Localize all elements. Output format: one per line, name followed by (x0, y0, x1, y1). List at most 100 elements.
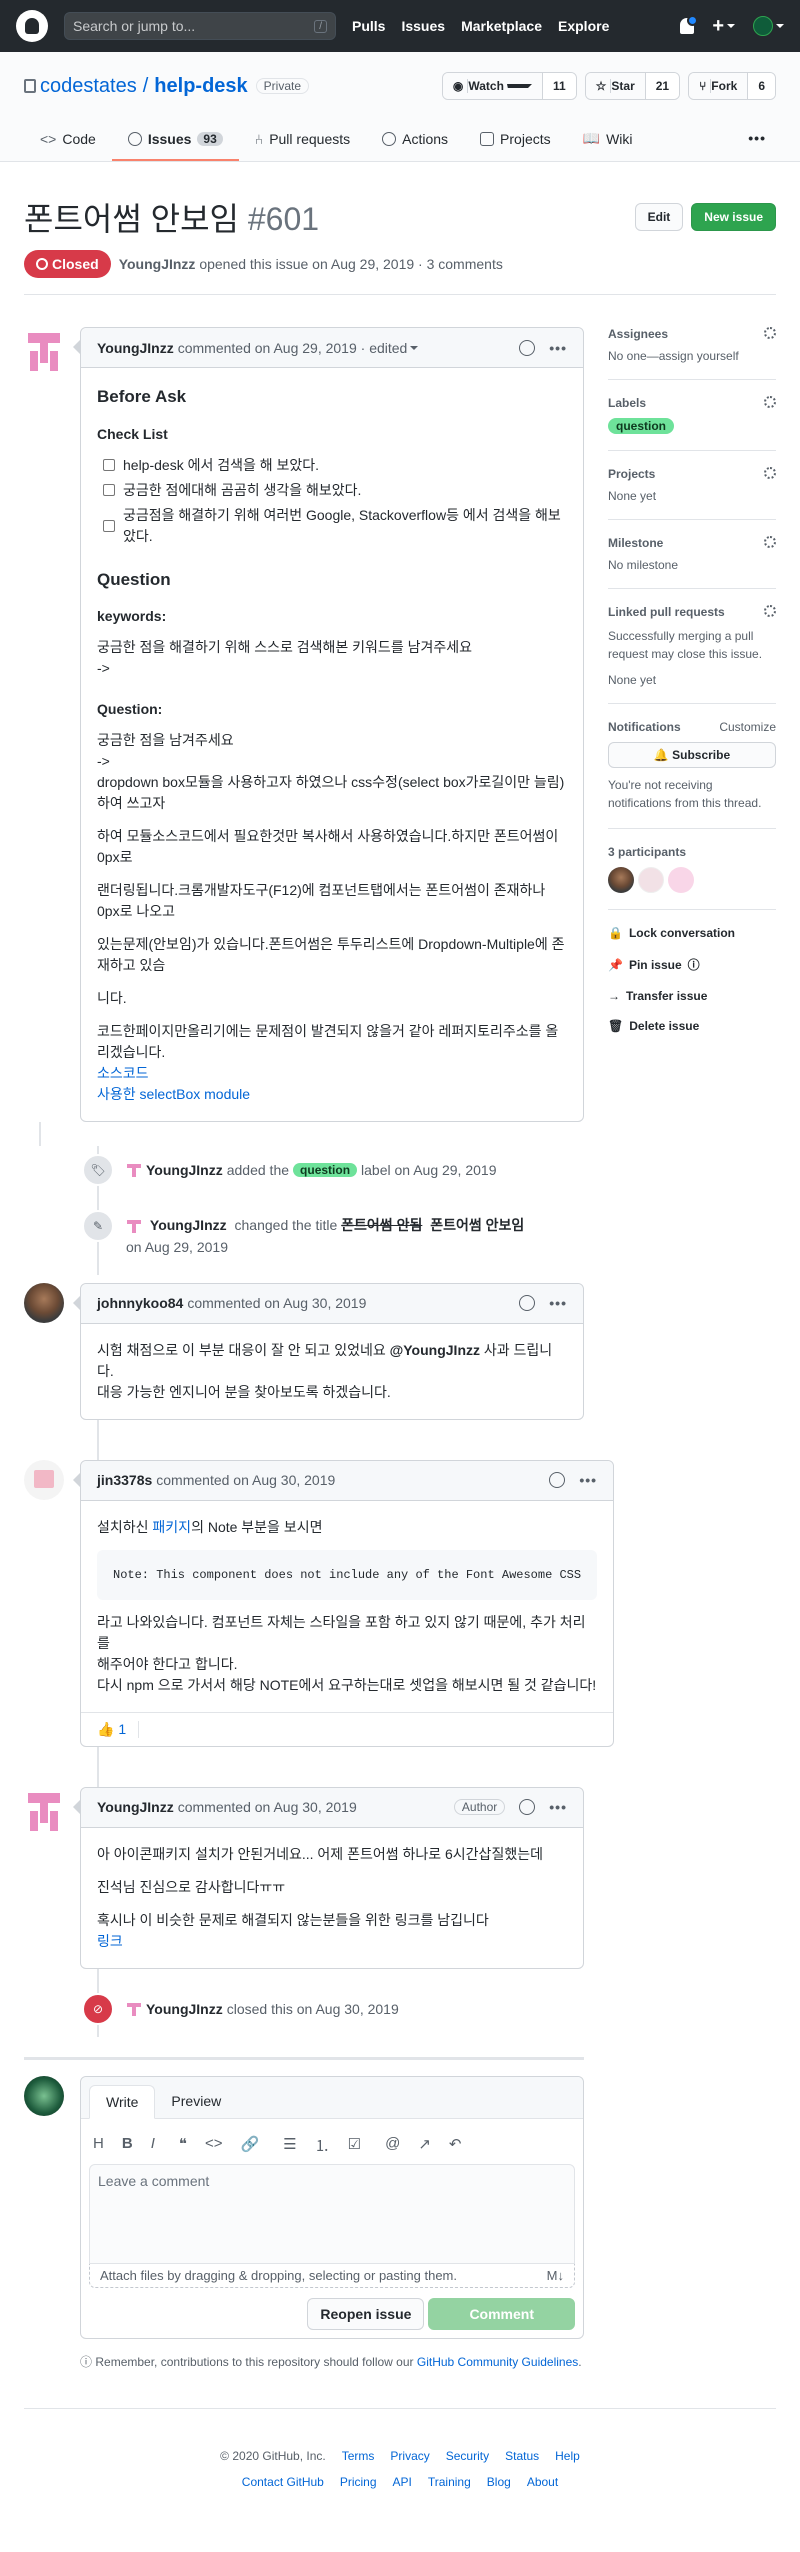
footer-link-status[interactable]: Status (505, 2449, 539, 2463)
tab-wiki[interactable]: 📖 Wiki (567, 118, 649, 161)
gear-icon[interactable] (764, 327, 776, 339)
event-actor[interactable]: YoungJInzz (146, 1162, 223, 1178)
footer-link-pricing[interactable]: Pricing (340, 2475, 377, 2489)
footer-link-contact[interactable]: Contact GitHub (242, 2475, 324, 2489)
bold-icon[interactable]: B (122, 2135, 133, 2156)
create-new-plus-icon[interactable]: + (712, 15, 735, 38)
customize-link[interactable]: Customize (719, 720, 776, 734)
community-guidelines-link[interactable]: GitHub Community Guidelines (417, 2355, 578, 2369)
issue-author-link[interactable]: YoungJInzz (119, 256, 196, 272)
avatar[interactable] (126, 2001, 142, 2017)
add-reaction-icon[interactable] (519, 339, 536, 356)
ordered-list-icon[interactable]: ⒈ (315, 2135, 330, 2156)
avatar[interactable] (126, 1162, 142, 1178)
gear-icon[interactable] (764, 536, 776, 548)
footer-link-about[interactable]: About (527, 2475, 558, 2489)
fork-button[interactable]: ⑂ Fork 6 (688, 72, 776, 100)
gear-icon[interactable] (764, 467, 776, 479)
participant-avatar[interactable] (668, 867, 694, 893)
comment-textarea[interactable]: Leave a comment (89, 2163, 575, 2264)
attach-files-area[interactable]: Attach files by dragging & dropping, sel… (89, 2263, 575, 2288)
link[interactable]: 링크 (97, 1933, 123, 1949)
fork-count[interactable]: 6 (747, 73, 775, 99)
repo-name-link[interactable]: help-desk (154, 75, 247, 98)
assign-yourself-link[interactable]: No one—assign yourself (608, 349, 739, 363)
nav-marketplace[interactable]: Marketplace (461, 18, 542, 34)
comment-button[interactable]: Comment (428, 2297, 575, 2330)
footer-link-security[interactable]: Security (446, 2449, 489, 2463)
watch-count[interactable]: 11 (541, 73, 576, 99)
gear-icon[interactable] (764, 605, 776, 617)
repo-owner-link[interactable]: codestates (40, 75, 137, 98)
github-logo-icon[interactable] (16, 10, 48, 42)
saved-reply-icon[interactable]: ↶ (449, 2135, 462, 2156)
code-icon[interactable]: <> (205, 2135, 223, 2156)
tab-actions[interactable]: Actions (366, 118, 464, 161)
question-label[interactable]: question (293, 1163, 358, 1177)
star-count[interactable]: 21 (644, 73, 680, 99)
tab-code[interactable]: <> Code (24, 118, 112, 161)
footer-link-training[interactable]: Training (428, 2475, 471, 2489)
star-button[interactable]: ☆ Star 21 (584, 72, 681, 100)
reopen-issue-button[interactable]: Reopen issue (307, 2297, 425, 2330)
tab-preview[interactable]: Preview (155, 2085, 237, 2118)
user-mention[interactable]: @YoungJInzz (390, 1342, 480, 1358)
participant-avatar[interactable] (608, 867, 634, 893)
notifications-bell-icon[interactable] (680, 15, 699, 34)
comment-author[interactable]: jin3378s (97, 1472, 152, 1488)
watch-button[interactable]: ◉ Watch 11 (441, 72, 577, 100)
avatar[interactable] (24, 1459, 64, 1500)
pin-issue-button[interactable]: 📌 Pin issue ⓘ (608, 948, 776, 981)
transfer-issue-button[interactable]: → Transfer issue (608, 981, 776, 1011)
nav-issues[interactable]: Issues (401, 18, 445, 34)
footer-link-blog[interactable]: Blog (487, 2475, 511, 2489)
footer-link-terms[interactable]: Terms (342, 2449, 375, 2463)
search-input[interactable]: Search or jump to... / (64, 12, 336, 40)
comment-author[interactable]: johnnykoo84 (97, 1295, 183, 1311)
avatar[interactable] (24, 1786, 64, 1827)
italic-icon[interactable]: I (151, 2135, 155, 2156)
link-icon[interactable]: 🔗 (240, 2135, 259, 2156)
quote-icon[interactable]: ❝ (179, 2135, 187, 2156)
selectbox-module-link[interactable]: 사용한 selectBox module (97, 1086, 250, 1102)
tab-pull-requests[interactable]: ⑃ Pull requests (239, 118, 366, 161)
comment-author[interactable]: YoungJInzz (97, 340, 174, 356)
thumbs-up-reaction[interactable]: 👍 1 (97, 1720, 140, 1738)
event-actor[interactable]: YoungJInzz (146, 2001, 223, 2017)
lock-conversation-button[interactable]: 🔒 Lock conversation (608, 918, 776, 948)
comment-options-icon[interactable]: ••• (549, 1799, 567, 1815)
tab-write[interactable]: Write (89, 2084, 156, 2119)
cross-reference-icon[interactable]: ↗ (418, 2135, 431, 2156)
avatar[interactable] (126, 1218, 142, 1234)
footer-link-help[interactable]: Help (555, 2449, 580, 2463)
nav-explore[interactable]: Explore (558, 18, 609, 34)
comment-options-icon[interactable]: ••• (579, 1472, 597, 1488)
participant-avatar[interactable] (638, 867, 664, 893)
package-link[interactable]: 패키지 (152, 1519, 191, 1535)
comment-options-icon[interactable]: ••• (549, 1295, 567, 1311)
unordered-list-icon[interactable]: ☰ (283, 2135, 296, 2156)
nav-pulls[interactable]: Pulls (352, 18, 385, 34)
heading-icon[interactable]: H (93, 2135, 104, 2156)
avatar[interactable] (24, 1282, 64, 1323)
subscribe-button[interactable]: 🔔 Subscribe (608, 742, 776, 768)
tab-issues[interactable]: Issues 93 (111, 118, 239, 161)
footer-link-privacy[interactable]: Privacy (390, 2449, 429, 2463)
event-actor[interactable]: YoungJInzz (150, 1217, 227, 1233)
more-tabs-button[interactable]: ••• (738, 118, 776, 161)
avatar[interactable] (24, 2075, 64, 2116)
gear-icon[interactable] (764, 396, 776, 408)
task-list-icon[interactable]: ☑ (348, 2135, 361, 2156)
comment-options-icon[interactable]: ••• (549, 340, 567, 356)
source-code-link[interactable]: 소스코드 (97, 1065, 149, 1081)
new-issue-button[interactable]: New issue (691, 203, 776, 231)
tab-projects[interactable]: Projects (464, 118, 567, 161)
avatar[interactable] (24, 327, 64, 367)
add-reaction-icon[interactable] (519, 1799, 536, 1816)
mention-icon[interactable]: @ (385, 2135, 400, 2156)
question-label[interactable]: question (608, 418, 674, 434)
edited-dropdown-icon[interactable] (410, 345, 419, 350)
add-reaction-icon[interactable] (549, 1472, 566, 1489)
user-menu[interactable] (753, 16, 784, 36)
footer-link-api[interactable]: API (393, 2475, 412, 2489)
